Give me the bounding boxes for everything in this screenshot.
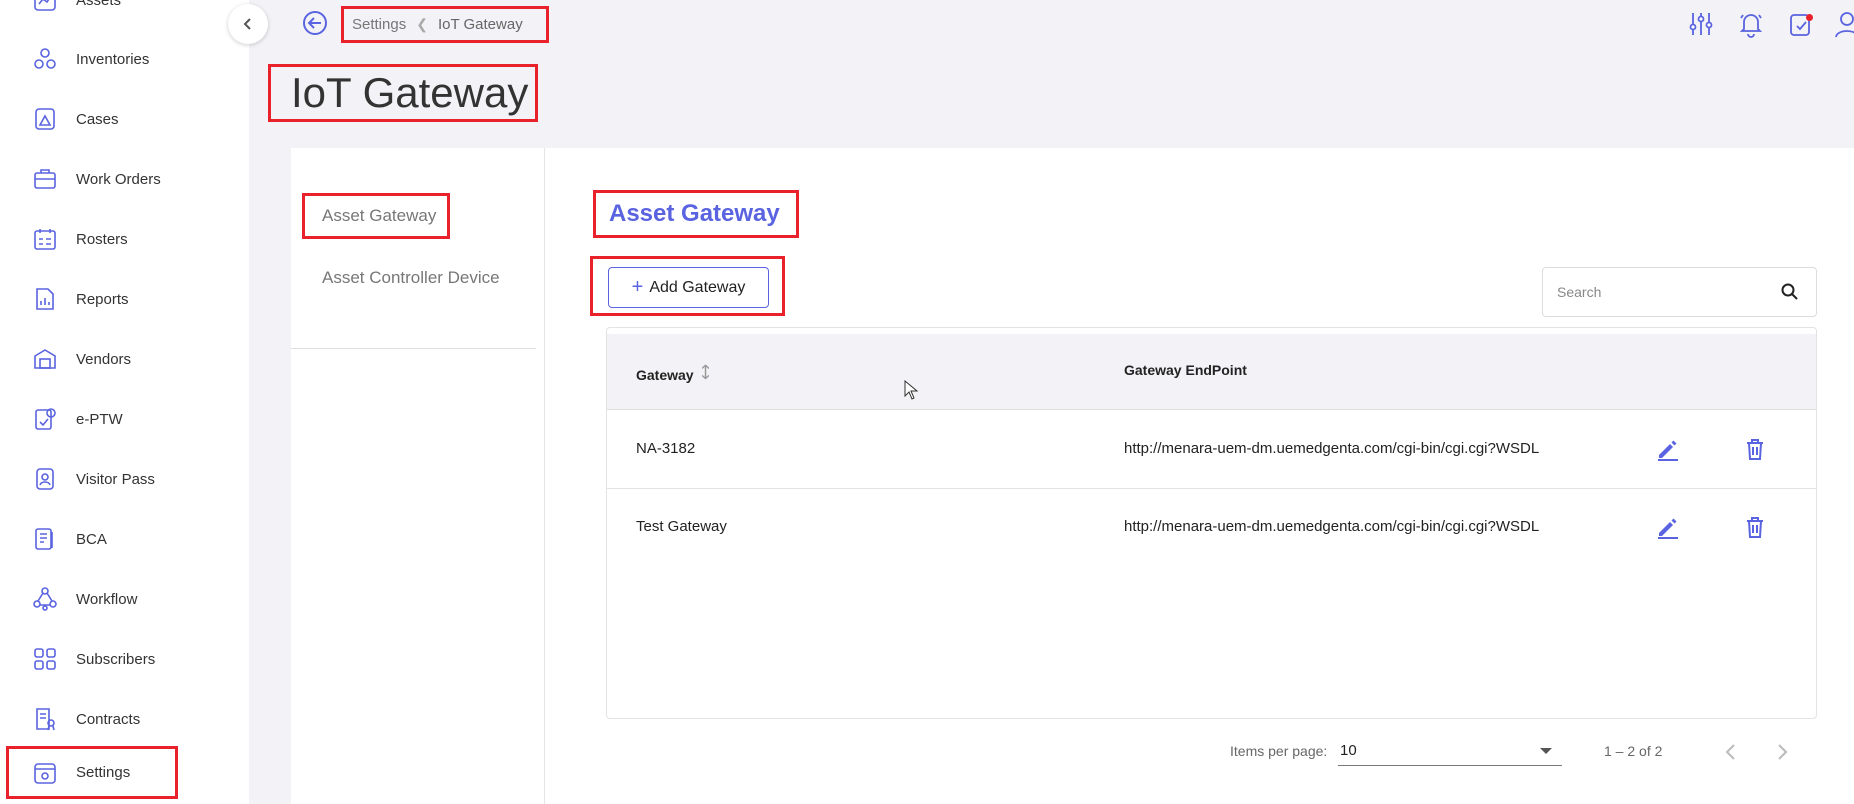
column-header-label: Gateway	[636, 366, 694, 383]
breadcrumb-current: IoT Gateway	[437, 16, 523, 33]
pagination-range: 1 – 2 of 2	[1604, 743, 1663, 759]
sidebar-item-label: Work Orders	[76, 170, 161, 188]
rosters-icon	[32, 226, 58, 252]
gateway-table: Gateway 🡙 Gateway EndPoint NA-3182 http:…	[606, 327, 1817, 719]
assets-icon	[32, 0, 58, 13]
items-per-page-label: Items per page:	[1230, 743, 1328, 759]
sidebar-item-label: BCA	[76, 530, 107, 548]
previous-page-icon[interactable]	[1719, 740, 1743, 764]
sidebar-item-label: Cases	[76, 110, 119, 128]
sidebar-item-vendors[interactable]: Vendors	[0, 334, 249, 384]
sidebar-item-assets[interactable]: Assets	[0, 0, 249, 25]
sort-arrow-up-icon: 🡙	[701, 364, 710, 381]
chevron-left-icon	[243, 18, 251, 30]
back-arrow-icon[interactable]	[302, 10, 328, 36]
table-row: Test Gateway http://menara-uem-dm.uemedg…	[607, 489, 1816, 567]
caret-down-icon	[1540, 748, 1552, 754]
reports-icon	[32, 286, 58, 312]
column-header-gateway[interactable]: Gateway 🡙	[636, 362, 709, 387]
workflow-icon	[32, 586, 58, 612]
sidebar-item-subscribers[interactable]: Subscribers	[0, 634, 249, 684]
edit-pencil-icon[interactable]	[1655, 514, 1681, 540]
items-per-page-value: 10	[1340, 742, 1357, 759]
search-icon[interactable]	[1780, 282, 1800, 302]
section-title: Asset Gateway	[593, 190, 799, 238]
sidebar-item-work-orders[interactable]: Work Orders	[0, 154, 249, 204]
sidebar: Assets Inventories Cases Work Orders Ros…	[0, 0, 249, 804]
chevron-left-icon: ❮	[416, 16, 428, 32]
sidebar-item-label: Reports	[76, 290, 129, 308]
sidebar-item-label: Inventories	[76, 50, 150, 68]
sidebar-item-label: e-PTW	[76, 410, 123, 428]
sidebar-item-settings[interactable]: Settings	[6, 746, 178, 799]
work-orders-icon	[32, 166, 58, 192]
search-input[interactable]	[1557, 284, 1757, 300]
filter-sliders-icon[interactable]	[1688, 10, 1714, 38]
visitor-pass-icon	[32, 466, 58, 492]
contracts-icon	[32, 706, 58, 732]
add-gateway-button[interactable]: + Add Gateway	[608, 267, 769, 308]
edit-pencil-icon[interactable]	[1655, 436, 1681, 462]
subscribers-icon	[32, 646, 58, 672]
table-row: NA-3182 http://menara-uem-dm.uemedgenta.…	[607, 411, 1816, 489]
endpoint-cell: http://menara-uem-dm.uemedgenta.com/cgi-…	[1124, 518, 1540, 535]
plus-icon: +	[631, 276, 644, 298]
add-gateway-label: Add Gateway	[649, 278, 746, 296]
settings-sub-nav: Asset Gateway Asset Controller Device	[291, 148, 545, 804]
content-card: Asset Gateway Asset Controller Device As…	[291, 148, 1854, 804]
mouse-cursor-icon	[904, 380, 918, 400]
table-header: Gateway 🡙 Gateway EndPoint	[607, 334, 1816, 410]
header-actions	[1664, 10, 1854, 38]
sidebar-item-bca[interactable]: BCA	[0, 514, 249, 564]
sidebar-item-label: Rosters	[76, 230, 128, 248]
sidebar-item-contracts[interactable]: Contracts	[0, 694, 249, 744]
eptw-icon	[32, 406, 58, 432]
search-field	[1542, 267, 1817, 317]
bca-icon	[32, 526, 58, 552]
sidebar-item-reports[interactable]: Reports	[0, 274, 249, 324]
sidebar-item-label: Vendors	[76, 350, 132, 368]
gateway-cell: NA-3182	[636, 440, 696, 457]
breadcrumb: Settings ❮ IoT Gateway	[341, 6, 549, 43]
bell-icon[interactable]	[1738, 10, 1764, 38]
breadcrumb-settings-link[interactable]: Settings	[352, 16, 406, 33]
sidebar-item-label: Contracts	[76, 710, 141, 728]
column-header-endpoint: Gateway EndPoint	[1124, 362, 1247, 378]
collapse-sidebar-button[interactable]	[228, 4, 268, 44]
cases-icon	[32, 106, 58, 132]
sidebar-item-label: Settings	[76, 764, 131, 781]
divider	[291, 348, 536, 349]
page-title: IoT Gateway	[268, 64, 538, 122]
add-gateway-highlight: + Add Gateway	[590, 256, 785, 316]
notification-dot	[1806, 14, 1813, 21]
sidebar-item-label: Assets	[76, 0, 122, 9]
endpoint-cell: http://menara-uem-dm.uemedgenta.com/cgi-…	[1124, 440, 1540, 457]
sub-nav-asset-controller-device[interactable]: Asset Controller Device	[322, 268, 500, 288]
items-per-page-select[interactable]: 10	[1338, 738, 1562, 766]
sub-nav-asset-gateway[interactable]: Asset Gateway	[302, 193, 450, 239]
gateway-cell: Test Gateway	[636, 518, 727, 535]
user-profile-icon[interactable]	[1834, 10, 1854, 38]
inventories-icon	[32, 46, 58, 72]
sidebar-item-eptw[interactable]: e-PTW	[0, 394, 249, 444]
vendors-icon	[32, 346, 58, 372]
task-clipboard-icon[interactable]	[1788, 10, 1814, 38]
sidebar-item-workflow[interactable]: Workflow	[0, 574, 249, 624]
sidebar-item-cases[interactable]: Cases	[0, 94, 249, 144]
delete-trash-icon[interactable]	[1742, 436, 1768, 462]
settings-icon	[32, 760, 58, 786]
sidebar-item-label: Workflow	[76, 590, 138, 608]
sidebar-item-rosters[interactable]: Rosters	[0, 214, 249, 264]
sidebar-item-inventories[interactable]: Inventories	[0, 34, 249, 84]
sidebar-item-visitor-pass[interactable]: Visitor Pass	[0, 454, 249, 504]
sidebar-item-label: Subscribers	[76, 650, 156, 668]
delete-trash-icon[interactable]	[1742, 514, 1768, 540]
sidebar-item-label: Visitor Pass	[76, 470, 155, 488]
next-page-icon[interactable]	[1770, 740, 1794, 764]
